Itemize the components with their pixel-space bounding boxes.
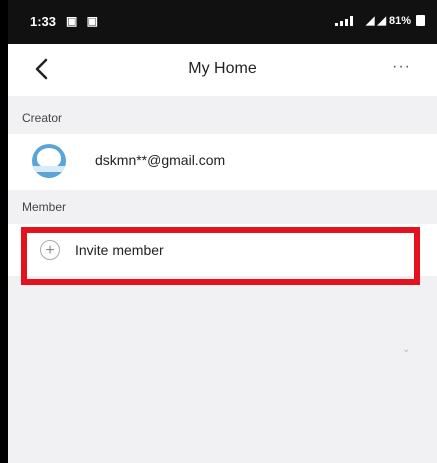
creator-section-label: Creator [22,111,63,125]
status-bar: 1:33 ▣ ▣ ◢ ◢ 81% [8,0,437,44]
creator-email: dskmn**@gmail.com [95,152,226,168]
battery-icon [416,15,425,26]
battery-percent: ◢ ◢ 81% [365,15,411,27]
chevron-down-icon: ⌄ [402,344,411,355]
signal-icon [334,15,361,26]
member-section-label: Member [22,200,67,214]
creator-row[interactable]: dskmn**@gmail.com [8,134,437,190]
notification-icons: ▣ ▣ [66,14,102,28]
more-options-icon[interactable]: ··· [392,58,411,76]
phone-screen: 1:33 ▣ ▣ ◢ ◢ 81% My Home ··· Creator dsk… [8,0,437,463]
invite-member-button[interactable]: + Invite member [8,224,437,276]
page-title: My Home [188,60,257,77]
avatar [32,144,66,178]
plus-circle-icon: + [40,240,60,260]
status-right: ◢ ◢ 81% [334,14,425,27]
invite-member-label: Invite member [75,242,164,258]
header-bar: My Home ··· [8,44,437,96]
status-time: 1:33 [30,14,57,29]
